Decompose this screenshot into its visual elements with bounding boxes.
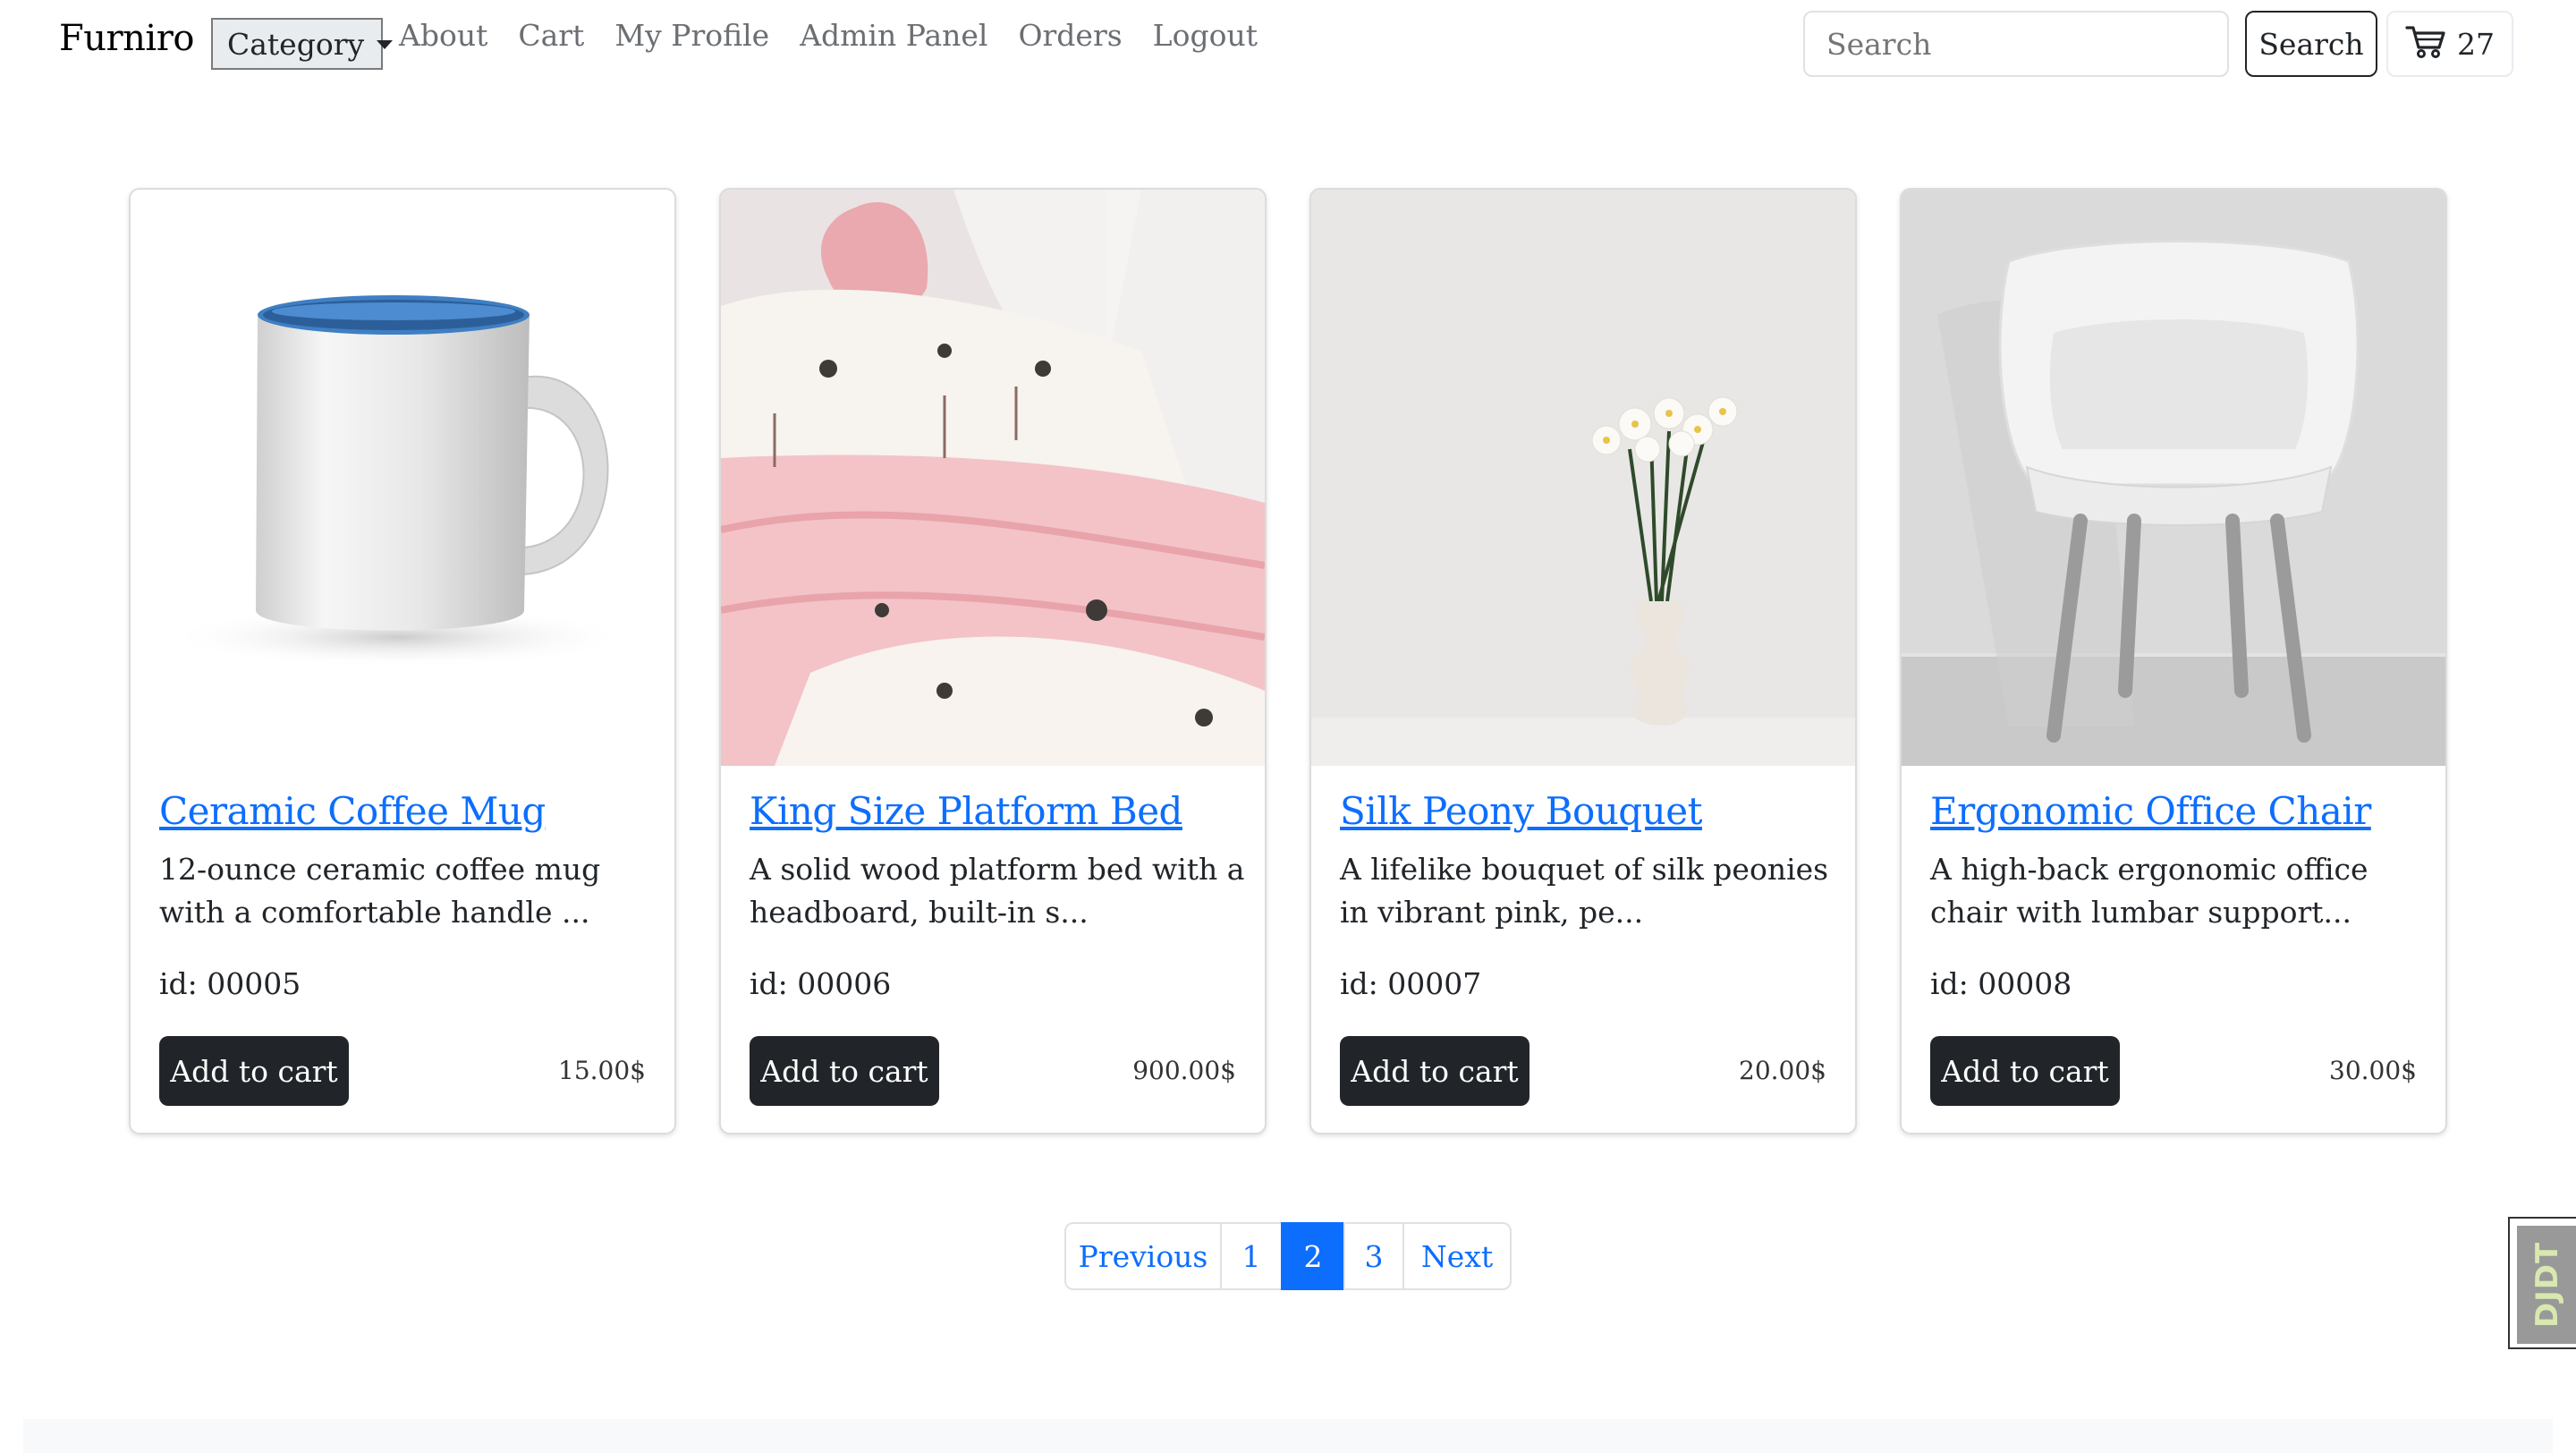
product-title-link[interactable]: King Size Platform Bed [750,789,1182,833]
nav-link-admin-panel[interactable]: Admin Panel [800,18,987,53]
search-button[interactable]: Search [2245,11,2377,77]
product-id: id: 00008 [1930,966,2072,1001]
search-input[interactable] [1803,11,2229,77]
product-price: 20.00$ [1739,1056,1826,1085]
category-dropdown[interactable]: Category [211,18,394,70]
nav-link-about[interactable]: About [399,18,487,53]
debug-toolbar-label: DJDT [2529,1241,2566,1329]
product-price: 30.00$ [2329,1056,2417,1085]
cart-icon [2405,24,2446,64]
pagination-page-3[interactable]: 3 [1343,1222,1404,1290]
debug-toolbar-handle[interactable]: DJDT [2508,1217,2576,1349]
nav-link-cart[interactable]: Cart [518,18,584,53]
product-title-link[interactable]: Ergonomic Office Chair [1930,789,2371,833]
add-to-cart-button[interactable]: Add to cart [1340,1036,1530,1106]
product-description: A solid wood platform bed with a headboa… [750,852,1245,930]
product-price: 900.00$ [1132,1056,1236,1085]
product-description: A lifelike bouquet of silk peonies in vi… [1340,852,1829,930]
top-navbar: Furniro Category About Cart My Profile A… [0,0,2576,82]
cart-count-badge: 27 [2457,26,2495,62]
product-card: Ceramic Coffee Mug 12-ounce ceramic coff… [129,188,676,1134]
pagination: Previous 1 2 3 Next [1064,1222,1512,1290]
pagination-previous[interactable]: Previous [1064,1222,1222,1290]
product-image-mug[interactable] [131,190,674,766]
nav-link-my-profile[interactable]: My Profile [614,18,769,53]
product-id: id: 00006 [750,966,892,1001]
pagination-next[interactable]: Next [1402,1222,1512,1290]
nav-link-orders[interactable]: Orders [1018,18,1122,53]
product-card: King Size Platform Bed A solid wood plat… [719,188,1267,1134]
debug-toolbar-inner: DJDT [2517,1226,2576,1344]
brand-logo[interactable]: Furniro [59,18,194,59]
product-id: id: 00007 [1340,966,1482,1001]
nav-link-logout[interactable]: Logout [1153,18,1258,53]
chevron-down-icon [377,40,394,49]
product-title-link[interactable]: Silk Peony Bouquet [1340,789,1702,833]
product-card: Ergonomic Office Chair A high-back ergon… [1900,188,2447,1134]
add-to-cart-button[interactable]: Add to cart [750,1036,939,1106]
pagination-page-1[interactable]: 1 [1220,1222,1283,1290]
footer [23,1419,2553,1453]
product-id: id: 00005 [159,966,301,1001]
add-to-cart-button[interactable]: Add to cart [159,1036,349,1106]
product-image-bed[interactable] [721,190,1265,766]
product-image-chair[interactable] [1902,190,2445,766]
product-card: Silk Peony Bouquet A lifelike bouquet of… [1309,188,1857,1134]
product-price: 15.00$ [558,1056,646,1085]
nav-links: About Cart My Profile Admin Panel Orders… [399,18,1288,53]
category-label: Category [227,26,365,62]
cart-button[interactable]: 27 [2386,11,2513,77]
product-description: 12-ounce ceramic coffee mug with a comfo… [159,852,601,930]
pagination-page-2-active[interactable]: 2 [1281,1222,1345,1290]
add-to-cart-button[interactable]: Add to cart [1930,1036,2120,1106]
product-image-bouquet[interactable] [1311,190,1855,766]
product-description: A high-back ergonomic office chair with … [1930,852,2368,930]
product-title-link[interactable]: Ceramic Coffee Mug [159,789,546,833]
